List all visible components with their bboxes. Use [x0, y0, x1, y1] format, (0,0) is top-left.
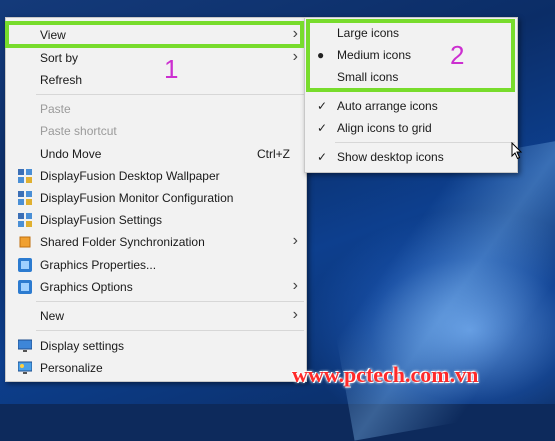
menu-item-label: New: [40, 309, 65, 323]
sync-icon: [19, 236, 31, 248]
menu-item-graphics-properties[interactable]: Graphics Properties...: [6, 254, 306, 276]
desktop-context-menu: View › Sort by › Refresh Paste Paste sho…: [5, 17, 307, 382]
menu-item-paste: Paste: [6, 98, 306, 120]
submenu-item-show-desktop-icons[interactable]: ✓ Show desktop icons: [305, 146, 517, 168]
menu-separator: [36, 301, 304, 302]
mouse-cursor-icon: [511, 142, 523, 160]
menu-item-label: DisplayFusion Monitor Configuration: [40, 191, 234, 205]
menu-item-undo-move[interactable]: Undo Move Ctrl+Z: [6, 143, 306, 165]
checkmark-icon: ✓: [317, 150, 328, 164]
menu-item-new[interactable]: New ›: [6, 305, 306, 327]
checkmark-icon: ✓: [317, 99, 328, 113]
displayfusion-icon: [18, 191, 32, 205]
menu-item-label: Paste shortcut: [40, 124, 117, 138]
menu-item-label: DisplayFusion Desktop Wallpaper: [40, 169, 220, 183]
personalize-icon: [18, 361, 32, 374]
menu-item-personalize[interactable]: Personalize: [6, 357, 306, 379]
menu-item-displayfusion-monitor[interactable]: DisplayFusion Monitor Configuration: [6, 187, 306, 209]
watermark-text: www.pctech.com.vn: [292, 362, 479, 387]
submenu-item-label: Show desktop icons: [337, 150, 444, 164]
chevron-right-icon: ›: [292, 48, 298, 65]
step-number-one: 1: [164, 54, 179, 84]
submenu-item-auto-arrange[interactable]: ✓ Auto arrange icons: [305, 95, 517, 117]
displayfusion-icon: [18, 169, 32, 183]
menu-item-display-settings[interactable]: Display settings: [6, 335, 306, 357]
display-icon: [18, 339, 32, 352]
menu-item-label: Sort by: [40, 51, 79, 65]
menu-separator: [335, 142, 515, 143]
graphics-icon: [18, 280, 32, 294]
menu-item-sort-by[interactable]: Sort by ›: [6, 47, 306, 69]
view-item-highlight: [5, 21, 304, 48]
menu-item-label: Personalize: [40, 361, 103, 375]
menu-item-label: Paste: [40, 102, 71, 116]
menu-item-label: Graphics Options: [40, 280, 133, 294]
menu-item-label: Display settings: [40, 339, 125, 353]
step-number-two: 2: [450, 40, 465, 70]
wallpaper-light-beam: [309, 139, 555, 441]
menu-item-refresh[interactable]: Refresh: [6, 69, 306, 91]
graphics-icon: [18, 258, 32, 272]
chevron-right-icon: ›: [292, 232, 298, 249]
menu-item-paste-shortcut: Paste shortcut: [6, 120, 306, 142]
chevron-right-icon: ›: [292, 306, 298, 323]
menu-item-label: Graphics Properties...: [40, 258, 157, 272]
menu-separator: [36, 330, 304, 331]
submenu-item-label: Align icons to grid: [337, 121, 432, 135]
menu-separator: [36, 94, 304, 95]
menu-item-shared-folder-sync[interactable]: Shared Folder Synchronization ›: [6, 231, 306, 253]
menu-item-label: Undo Move: [40, 147, 102, 161]
menu-item-label: DisplayFusion Settings: [40, 213, 163, 227]
menu-item-displayfusion-wallpaper[interactable]: DisplayFusion Desktop Wallpaper: [6, 165, 306, 187]
submenu-item-align-to-grid[interactable]: ✓ Align icons to grid: [305, 117, 517, 139]
chevron-right-icon: ›: [292, 277, 298, 294]
displayfusion-icon: [18, 213, 32, 227]
menu-item-displayfusion-settings[interactable]: DisplayFusion Settings: [6, 209, 306, 231]
checkmark-icon: ✓: [317, 121, 328, 135]
menu-item-label: Shared Folder Synchronization: [40, 235, 205, 249]
menu-item-label: Refresh: [40, 73, 83, 87]
menu-item-graphics-options[interactable]: Graphics Options ›: [6, 276, 306, 298]
shortcut-label: Ctrl+Z: [257, 147, 290, 161]
icon-size-group-highlight: [306, 19, 515, 92]
submenu-item-label: Auto arrange icons: [337, 99, 438, 113]
